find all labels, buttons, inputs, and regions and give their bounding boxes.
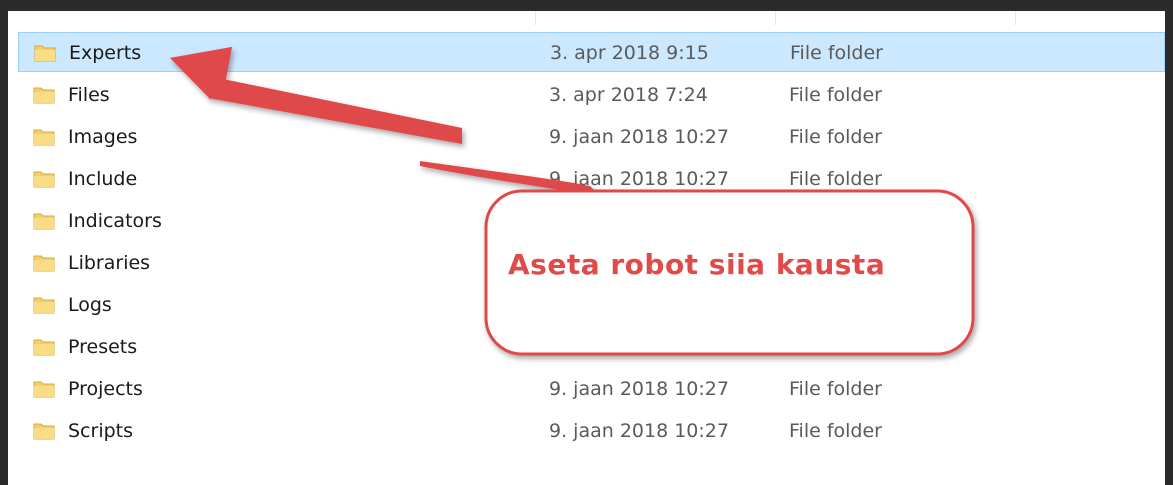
list-item[interactable]: Scripts 9. jaan 2018 10:27 File folder [18,411,1165,451]
folder-icon [33,129,55,146]
item-date: 3. apr 2018 9:15 [550,42,709,64]
item-name: Logs [68,294,112,316]
item-date: 9. jaan 2018 10:27 [549,126,729,148]
item-type: File folder [789,126,882,148]
folder-icon [33,87,55,104]
item-name: Scripts [68,420,134,442]
list-item[interactable]: Files 3. apr 2018 7:24 File folder [18,75,1165,115]
column-separator[interactable] [535,11,536,25]
list-item[interactable]: Indicators [18,201,1165,241]
list-item[interactable]: Experts 3. apr 2018 9:15 File folder [18,32,1165,72]
folder-icon [33,213,55,230]
callout-text: Aseta robot siia kausta [508,248,886,281]
item-name: Presets [68,336,138,358]
folder-icon [33,171,55,188]
list-item[interactable]: Include 9. jaan 2018 10:27 File folder [18,159,1165,199]
item-name: Files [68,84,110,106]
folder-icon [33,381,55,398]
item-type: File folder [789,84,882,106]
item-type: File folder [790,42,883,64]
item-type: File folder [789,378,882,400]
list-item[interactable]: Presets [18,327,1165,367]
column-separator[interactable] [775,11,776,25]
folder-icon [33,339,55,356]
item-date: 9. jaan 2018 10:27 [549,168,729,190]
column-separator[interactable] [1015,11,1016,25]
item-date: 9. jaan 2018 10:27 [549,378,729,400]
list-item[interactable]: Images 9. jaan 2018 10:27 File folder [18,117,1165,157]
folder-icon [33,423,55,440]
item-date: 3. apr 2018 7:24 [549,84,708,106]
folder-icon [34,45,56,62]
item-name: Images [68,126,138,148]
folder-icon [33,255,55,272]
item-name: Projects [68,378,143,400]
item-type: File folder [789,168,882,190]
item-date: 9. jaan 2018 10:27 [549,420,729,442]
item-name: Experts [69,42,142,64]
item-name: Include [68,168,138,190]
item-type: File folder [789,420,882,442]
item-name: Libraries [68,252,151,274]
item-name: Indicators [68,210,162,232]
folder-icon [33,297,55,314]
list-item[interactable]: Projects 9. jaan 2018 10:27 File folder [18,369,1165,409]
list-item[interactable]: Logs [18,285,1165,325]
